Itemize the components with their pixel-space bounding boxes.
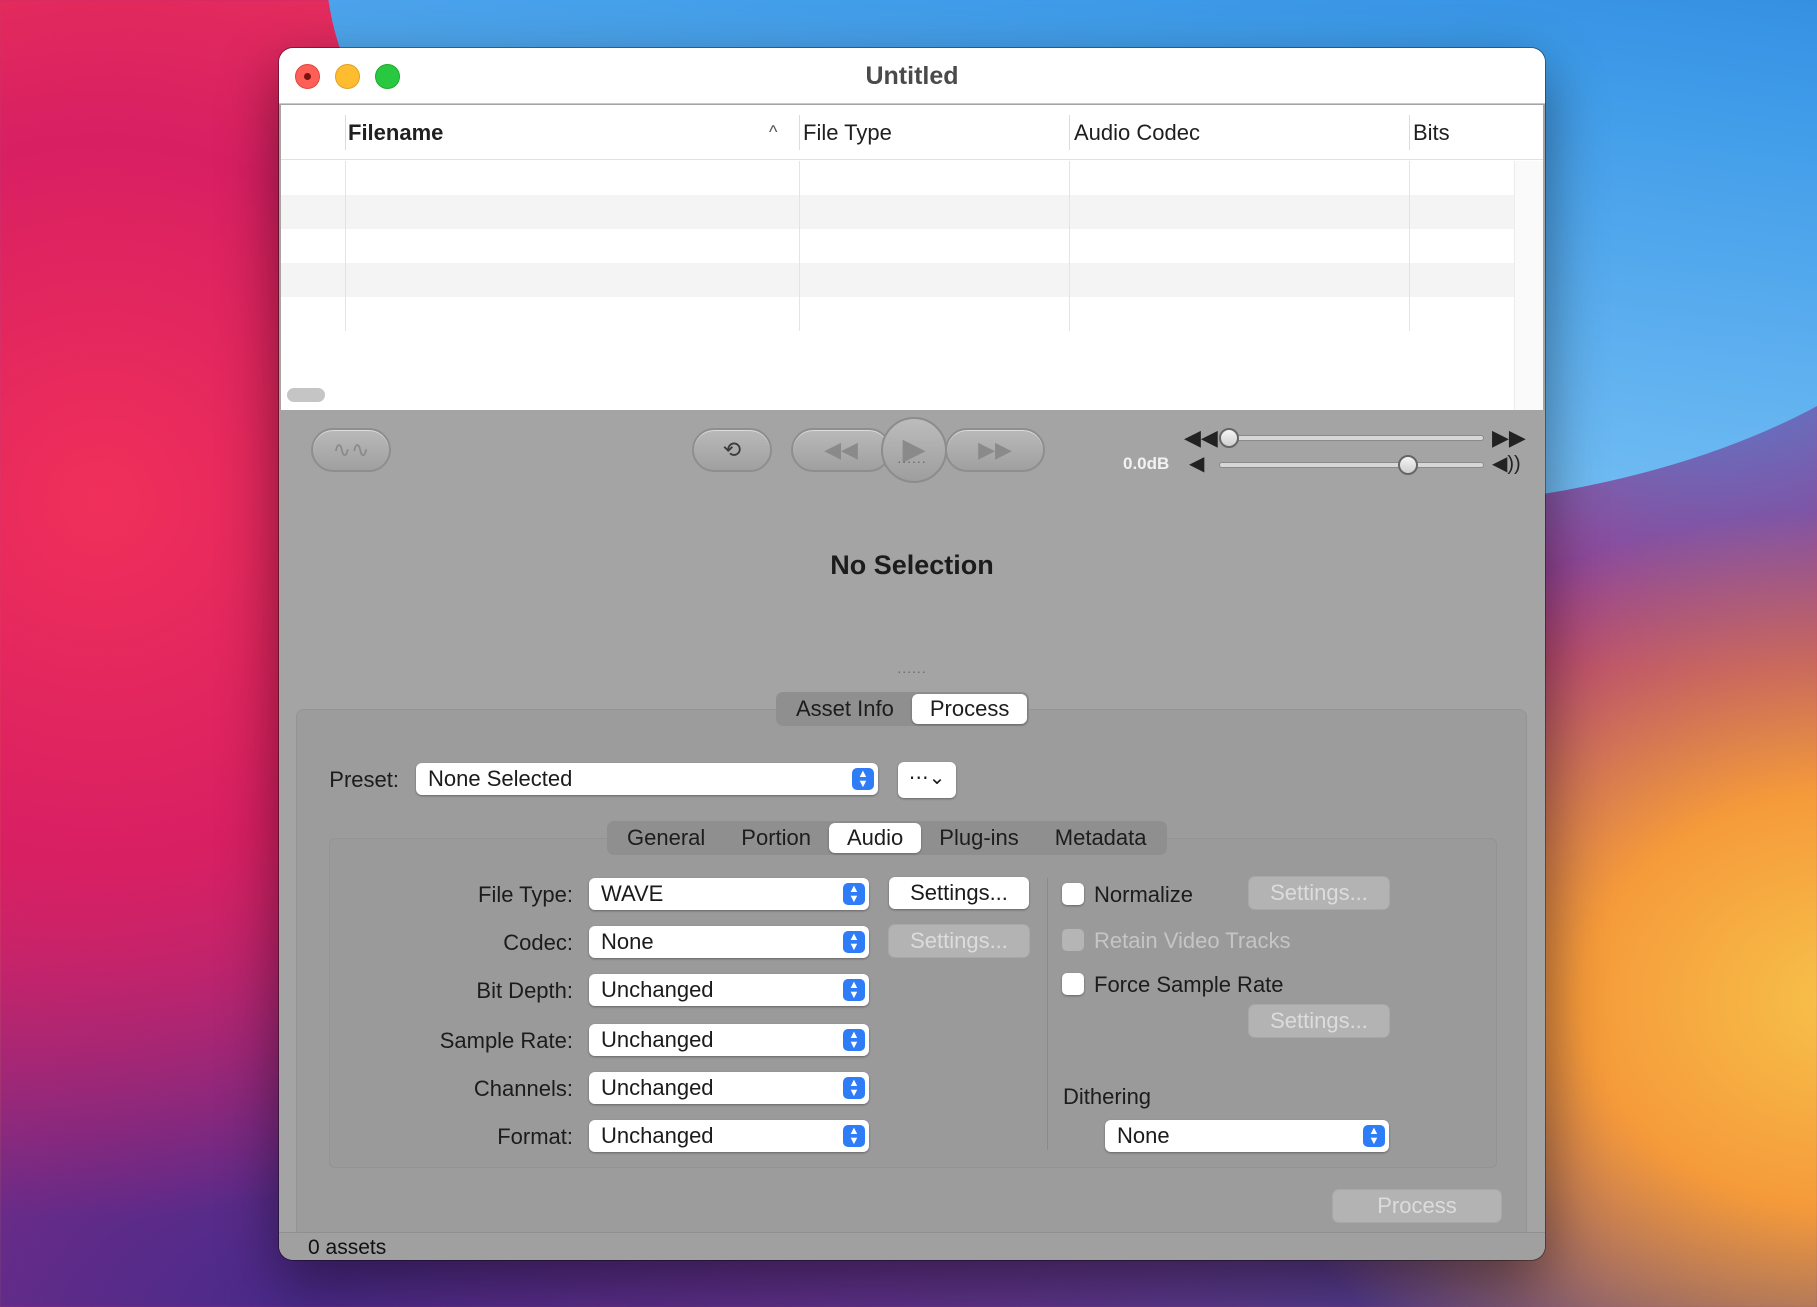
title-bar: Untitled [279,48,1545,104]
file-type-label: File Type: [478,882,573,907]
table-row[interactable] [281,263,1514,297]
skip-to-start-icon[interactable]: ◀◀ [1184,425,1218,451]
file-type-select[interactable]: WAVE ▲ ▼ [589,878,869,910]
window-title: Untitled [865,62,959,90]
ellipsis-circle-icon: ⋯⌄ [908,767,946,789]
app-window: Untitled Filename ^ File Type Audio Code… [279,48,1545,1260]
position-slider[interactable] [1219,435,1484,441]
column-divider [1047,878,1048,1150]
inspector-tabs: Asset Info Process [776,692,1030,726]
tab-portion[interactable]: Portion [723,823,829,853]
tab-metadata[interactable]: Metadata [1037,823,1165,853]
skip-to-end-icon[interactable]: ▶▶ [1492,425,1526,451]
chevron-up-down-icon: ▲ ▼ [843,1029,865,1051]
format-label: Format: [497,1124,573,1149]
horizontal-scrollbar[interactable] [287,388,325,402]
normalize-label: Normalize [1094,882,1194,907]
position-slider-knob[interactable] [1219,428,1239,448]
codec-settings-button: Settings... [889,925,1029,957]
preset-label: Preset: [329,767,399,792]
split-view-grip[interactable]: ...... [279,450,1545,466]
tab-general[interactable]: General [609,823,723,853]
chevron-up-down-icon: ▲ ▼ [843,931,865,953]
chevron-up-down-icon: ▲ ▼ [843,979,865,1001]
bit-depth-select[interactable]: Unchanged ▲ ▼ [589,974,869,1006]
preset-actions-button[interactable]: ⋯⌄ [898,762,956,798]
chevron-up-down-icon: ▲ ▼ [843,1077,865,1099]
force-sample-rate-checkbox[interactable] [1062,973,1084,995]
retain-video-tracks-label: Retain Video Tracks [1094,928,1291,953]
tab-audio[interactable]: Audio [829,823,922,853]
channels-value: Unchanged [601,1075,714,1100]
codec-select[interactable]: None ▲ ▼ [589,926,869,958]
tab-asset-info[interactable]: Asset Info [778,694,912,724]
codec-label: Codec: [503,930,573,955]
sort-ascending-icon: ^ [769,122,778,142]
split-view-grip[interactable]: ...... [279,660,1545,676]
bit-depth-label: Bit Depth: [476,978,573,1003]
sample-rate-value: Unchanged [601,1027,714,1052]
column-header-file-type[interactable]: File Type [803,120,892,146]
format-value: Unchanged [601,1123,714,1148]
preset-select[interactable]: None Selected ▲ ▼ [416,763,878,795]
table-header: Filename ^ File Type Audio Codec Bits [281,105,1543,160]
dithering-label: Dithering [1063,1084,1152,1109]
asset-count: 0 assets [308,1236,387,1259]
channels-select[interactable]: Unchanged ▲ ▼ [589,1072,869,1104]
tab-plug-ins[interactable]: Plug-ins [921,823,1036,853]
column-header-audio-codec[interactable]: Audio Codec [1074,120,1200,146]
file-type-settings-button[interactable]: Settings... [889,877,1029,909]
process-sub-tabs: General Portion Audio Plug-ins Metadata [607,821,1167,855]
table-row[interactable] [281,229,1514,263]
chevron-up-down-icon: ▲ ▼ [1363,1125,1385,1147]
channels-label: Channels: [473,1076,573,1101]
bit-depth-value: Unchanged [601,977,714,1002]
vertical-scroll-track[interactable] [1514,161,1543,410]
process-button: Process [1333,1190,1501,1222]
force-sample-rate-settings-button: Settings... [1249,1005,1389,1037]
table-row[interactable] [281,161,1514,195]
chevron-up-down-icon: ▲ ▼ [852,768,874,790]
asset-table[interactable]: Filename ^ File Type Audio Codec Bits [281,105,1543,410]
no-selection-label: No Selection [830,550,994,580]
force-sample-rate-label: Force Sample Rate [1094,972,1284,997]
status-bar: 0 assets [279,1232,1545,1260]
sample-rate-select[interactable]: Unchanged ▲ ▼ [589,1024,869,1056]
retain-video-tracks-checkbox [1062,929,1084,951]
tab-process[interactable]: Process [911,694,1028,724]
format-select[interactable]: Unchanged ▲ ▼ [589,1120,869,1152]
file-type-value: WAVE [601,881,664,906]
table-row[interactable] [281,195,1514,229]
codec-value: None [601,929,654,954]
column-header-bits[interactable]: Bits [1413,120,1450,146]
table-rows [281,161,1514,331]
normalize-settings-button: Settings... [1249,877,1389,909]
normalize-checkbox[interactable] [1062,883,1084,905]
dithering-value: None [1117,1123,1170,1148]
preset-value: None Selected [428,766,573,791]
sample-rate-label: Sample Rate: [439,1028,573,1053]
table-row[interactable] [281,297,1514,331]
chevron-up-down-icon: ▲ ▼ [843,1125,865,1147]
column-header-filename[interactable]: Filename [348,120,443,146]
chevron-up-down-icon: ▲ ▼ [843,883,865,905]
dithering-select[interactable]: None ▲ ▼ [1105,1120,1389,1152]
